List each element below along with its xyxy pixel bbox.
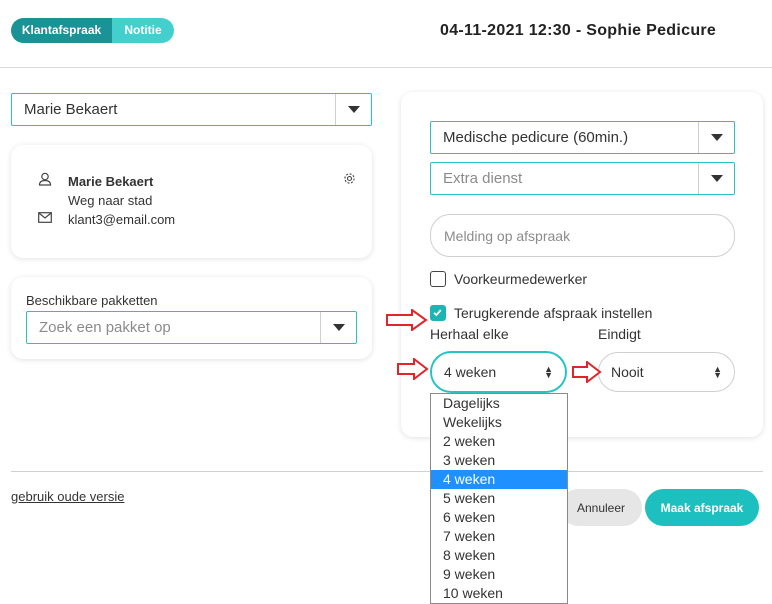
page-title: 04-11-2021 12:30 - Sophie Pedicure	[440, 22, 717, 39]
repeat-option[interactable]: 8 weken	[431, 546, 567, 565]
package-search[interactable]: Zoek een pakket op	[26, 311, 357, 344]
extra-service-select[interactable]: Extra dienst	[430, 162, 735, 195]
repeat-option[interactable]: 3 weken	[431, 451, 567, 470]
appointment-type-toggle: Klantafspraak Notitie	[11, 18, 174, 43]
client-card: Marie Bekaert Weg naar stad klant3@email…	[11, 145, 372, 258]
annotation-arrow-icon	[386, 309, 428, 331]
ends-select[interactable]: Nooit ▲ ▼	[598, 352, 735, 392]
repeat-option-selected[interactable]: 4 weken	[431, 470, 567, 489]
repeat-label: Herhaal elke	[430, 326, 509, 342]
repeat-dropdown-list: Dagelijks Wekelijks 2 weken 3 weken 4 we…	[430, 393, 568, 604]
preferred-employee-label: Voorkeurmedewerker	[454, 271, 588, 287]
client-name: Marie Bekaert	[68, 174, 154, 189]
annotation-arrow-icon	[397, 358, 429, 380]
packages-label: Beschikbare pakketten	[26, 293, 158, 308]
service-select[interactable]: Medische pedicure (60min.)	[430, 121, 735, 154]
appointment-note-placeholder: Melding op afspraak	[444, 227, 571, 244]
repeat-select[interactable]: 4 weken ▲ ▼	[431, 352, 566, 392]
footer-divider	[11, 471, 763, 472]
annotation-arrow-icon	[572, 361, 602, 383]
repeat-option[interactable]: 2 weken	[431, 432, 567, 451]
recurring-appointment-label: Terugkerende afspraak instellen	[454, 305, 653, 321]
repeat-option[interactable]: 10 weken	[431, 584, 567, 603]
service-select-toggle[interactable]	[698, 122, 734, 153]
package-search-placeholder: Zoek een pakket op	[39, 319, 171, 336]
user-icon	[38, 172, 52, 186]
repeat-option[interactable]: Wekelijks	[431, 413, 567, 432]
gear-icon[interactable]	[343, 172, 356, 185]
tab-notitie[interactable]: Notitie	[112, 18, 174, 43]
preferred-employee-checkbox[interactable]	[430, 271, 446, 287]
extra-service-toggle[interactable]	[698, 163, 734, 194]
recurring-appointment-checkbox[interactable]	[430, 305, 446, 321]
client-select[interactable]: Marie Bekaert	[11, 93, 372, 126]
caret-down-icon	[710, 175, 723, 182]
caret-down-icon	[347, 106, 360, 113]
client-select-value: Marie Bekaert	[24, 101, 118, 118]
ends-select-value: Nooit	[611, 364, 644, 380]
updown-arrows-icon: ▲ ▼	[713, 364, 722, 380]
repeat-option[interactable]: Dagelijks	[431, 394, 567, 413]
service-select-value: Medische pedicure (60min.)	[443, 129, 629, 146]
client-email: klant3@email.com	[68, 212, 176, 227]
make-appointment-button[interactable]: Maak afspraak	[645, 489, 759, 526]
repeat-option[interactable]: 6 weken	[431, 508, 567, 527]
old-version-link[interactable]: gebruik oude versie	[11, 489, 124, 504]
caret-down-icon	[710, 134, 723, 141]
header-divider	[0, 67, 772, 68]
repeat-select-value: 4 weken	[444, 364, 497, 380]
updown-arrows-icon: ▲ ▼	[544, 364, 553, 380]
repeat-option[interactable]: 5 weken	[431, 489, 567, 508]
tab-klantafspraak[interactable]: Klantafspraak	[11, 18, 112, 43]
packages-card: Beschikbare pakketten Zoek een pakket op	[11, 277, 372, 359]
repeat-option[interactable]: 7 weken	[431, 527, 567, 546]
package-search-toggle[interactable]	[320, 312, 356, 343]
extra-service-placeholder: Extra dienst	[443, 170, 523, 187]
repeat-option[interactable]: 9 weken	[431, 565, 567, 584]
cancel-button[interactable]: Annuleer	[560, 489, 642, 526]
ends-label: Eindigt	[598, 326, 641, 342]
mail-icon	[38, 212, 52, 223]
caret-down-icon	[332, 324, 345, 331]
checkmark-icon	[433, 309, 442, 317]
client-select-toggle[interactable]	[335, 94, 371, 125]
appointment-note-input[interactable]: Melding op afspraak	[430, 214, 735, 257]
client-address: Weg naar stad	[68, 193, 153, 208]
